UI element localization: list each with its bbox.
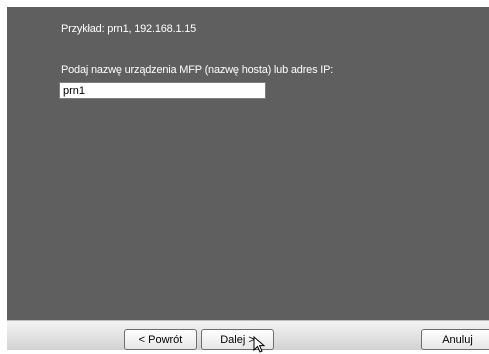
- example-hint-text: Przykład: prn1, 192.168.1.15: [61, 23, 197, 35]
- back-button[interactable]: < Powrót: [124, 329, 197, 350]
- cancel-button-label: Anuluj: [442, 333, 473, 346]
- host-prompt-label: Podaj nazwę urządzenia MFP (nazwę hosta)…: [61, 64, 334, 76]
- hostname-input[interactable]: [59, 82, 266, 99]
- mouse-pointer-icon: [253, 336, 266, 353]
- cancel-button[interactable]: Anuluj: [421, 329, 489, 350]
- wizard-content-panel: Przykład: prn1, 192.168.1.15 Podaj nazwę…: [7, 7, 489, 320]
- next-button-label: Dalej >: [220, 333, 255, 346]
- back-button-label: < Powrót: [138, 333, 183, 346]
- wizard-button-bar: < Powrót Dalej > Anuluj: [7, 320, 489, 350]
